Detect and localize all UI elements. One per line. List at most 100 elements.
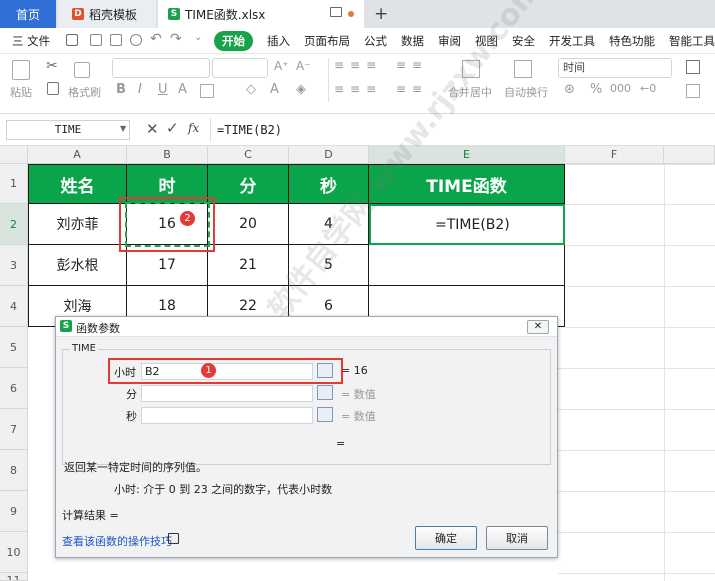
row-header-8[interactable]: 8 (0, 450, 28, 491)
row-header-10[interactable]: 10 (0, 532, 28, 573)
font-grow-icon[interactable]: A⁺ (274, 59, 289, 73)
ribbon-divider (328, 58, 329, 102)
print-icon[interactable] (110, 34, 122, 46)
menu-insert[interactable]: 插入 (267, 33, 290, 49)
save-icon[interactable] (66, 34, 78, 46)
undo-icon[interactable]: ↶ (150, 31, 162, 47)
row-header-5[interactable]: 5 (0, 327, 28, 368)
cell-e2-active[interactable]: =TIME(B2) (369, 204, 565, 245)
param-hour-result: = 16 (341, 364, 368, 377)
strikethrough-icon[interactable]: A (178, 82, 187, 97)
collapse-dialog-icon[interactable] (317, 385, 333, 400)
decimal-icon[interactable]: ←0 (640, 82, 656, 95)
name-box[interactable]: TIME (6, 120, 130, 140)
italic-icon[interactable]: I (138, 82, 142, 97)
clear-icon[interactable]: ◈ (296, 82, 306, 97)
col-header-g[interactable] (664, 146, 715, 164)
menu-data[interactable]: 数据 (401, 33, 424, 49)
distribute-icons[interactable]: ≡≡ (396, 82, 428, 96)
row-header-3[interactable]: 3 (0, 245, 28, 286)
preview-icon[interactable] (130, 34, 142, 46)
gridline (565, 164, 715, 165)
param-minute-input[interactable] (141, 385, 313, 402)
tab-template[interactable]: D 稻壳模板 (58, 0, 156, 28)
cell-c1[interactable]: 分 (208, 164, 289, 204)
bold-icon[interactable]: B (116, 82, 126, 97)
border-icon[interactable] (200, 84, 214, 98)
font-name-select[interactable] (112, 58, 210, 78)
row-header-4[interactable]: 4 (0, 286, 28, 327)
menu-smart-tools[interactable]: 智能工具箱 (669, 33, 715, 49)
corner-select-all[interactable] (0, 146, 28, 164)
col-header-d[interactable]: D (289, 146, 369, 164)
paste-icon[interactable] (12, 60, 30, 80)
gridline (565, 204, 715, 205)
font-shrink-icon[interactable]: A⁻ (296, 59, 311, 73)
close-icon[interactable]: ✕ (527, 320, 549, 334)
wrap-text-button[interactable]: 自动换行 (504, 84, 548, 100)
title-bar: 首页 D 稻壳模板 S TIME函数.xlsx + (0, 0, 715, 28)
cancel-formula-icon[interactable]: ✕ (146, 120, 159, 138)
menu-page-layout[interactable]: 页面布局 (304, 33, 350, 49)
monitor-icon[interactable] (330, 7, 342, 17)
row-header-6[interactable]: 6 (0, 368, 28, 409)
row-header-2[interactable]: 2 (0, 204, 28, 245)
formula-input[interactable]: =TIME(B2) (210, 118, 715, 142)
export-icon[interactable] (90, 34, 102, 46)
name-box-chevron-icon[interactable]: ▼ (120, 124, 126, 133)
fill-color-icon[interactable]: ◇ (246, 82, 256, 97)
underline-icon[interactable]: U (158, 82, 168, 97)
redo-icon[interactable]: ↷ (170, 31, 182, 47)
tab-home[interactable]: 首页 (0, 0, 56, 28)
cell-a3[interactable]: 彭水根 (28, 245, 127, 286)
align-horizontal-icons[interactable]: ≡≡≡ (334, 82, 382, 96)
ok-button[interactable]: 确定 (415, 526, 477, 550)
format-painter-icon[interactable] (74, 62, 90, 78)
menu-developer[interactable]: 开发工具 (549, 33, 595, 49)
menu-formulas[interactable]: 公式 (364, 33, 387, 49)
currency-icon[interactable]: ⊛ (564, 82, 575, 97)
app-icon: S (60, 320, 72, 332)
tab-file[interactable]: S TIME函数.xlsx (158, 0, 364, 28)
collapse-dialog-icon[interactable] (317, 407, 333, 422)
cell-e3[interactable] (369, 245, 565, 286)
conditional-format-icon[interactable] (686, 84, 700, 98)
row-header-7[interactable]: 7 (0, 409, 28, 450)
indent-icons[interactable]: ≡≡ (396, 58, 428, 72)
col-header-f[interactable]: F (565, 146, 664, 164)
menu-start[interactable]: 开始 (214, 31, 253, 51)
table-style-icon[interactable] (686, 60, 700, 74)
col-header-c[interactable]: C (208, 146, 289, 164)
dialog-titlebar[interactable] (56, 317, 557, 337)
help-video-icon[interactable] (168, 533, 179, 544)
row-header-9[interactable]: 9 (0, 491, 28, 532)
paste-button[interactable]: 粘贴 (10, 84, 32, 100)
font-size-select[interactable] (212, 58, 268, 78)
wrap-icon[interactable] (514, 60, 532, 78)
align-top-icons[interactable]: ≡≡≡ (334, 58, 382, 72)
col-header-a[interactable]: A (28, 146, 127, 164)
cell-c2[interactable]: 20 (208, 204, 289, 245)
cell-a2[interactable]: 刘亦菲 (28, 204, 127, 245)
copy-icon[interactable] (47, 82, 59, 95)
help-link[interactable]: 查看该函数的操作技巧 (62, 533, 172, 549)
cell-a1[interactable]: 姓名 (28, 164, 127, 204)
fx-icon[interactable]: fx (188, 121, 199, 135)
cut-icon[interactable]: ✂ (46, 58, 58, 74)
menu-review[interactable]: 审阅 (438, 33, 461, 49)
row-header-1[interactable]: 1 (0, 164, 28, 204)
thousands-icon[interactable]: 000 (610, 82, 631, 95)
number-format-select[interactable]: 时间 (558, 58, 672, 78)
confirm-formula-icon[interactable]: ✓ (166, 119, 179, 137)
menu-special[interactable]: 特色功能 (609, 33, 655, 49)
new-tab-icon[interactable]: + (374, 4, 388, 24)
menu-file[interactable]: 三 文件 (12, 33, 50, 49)
col-header-b[interactable]: B (127, 146, 208, 164)
font-color-icon[interactable]: A (270, 82, 279, 97)
param-second-input[interactable] (141, 407, 313, 424)
format-painter-button[interactable]: 格式刷 (68, 84, 101, 100)
percent-icon[interactable]: % (590, 82, 602, 97)
dropdown-chevron-icon[interactable]: ⌄ (194, 32, 202, 43)
cancel-button[interactable]: 取消 (486, 526, 548, 550)
row-header-11[interactable]: 11 (0, 573, 28, 581)
